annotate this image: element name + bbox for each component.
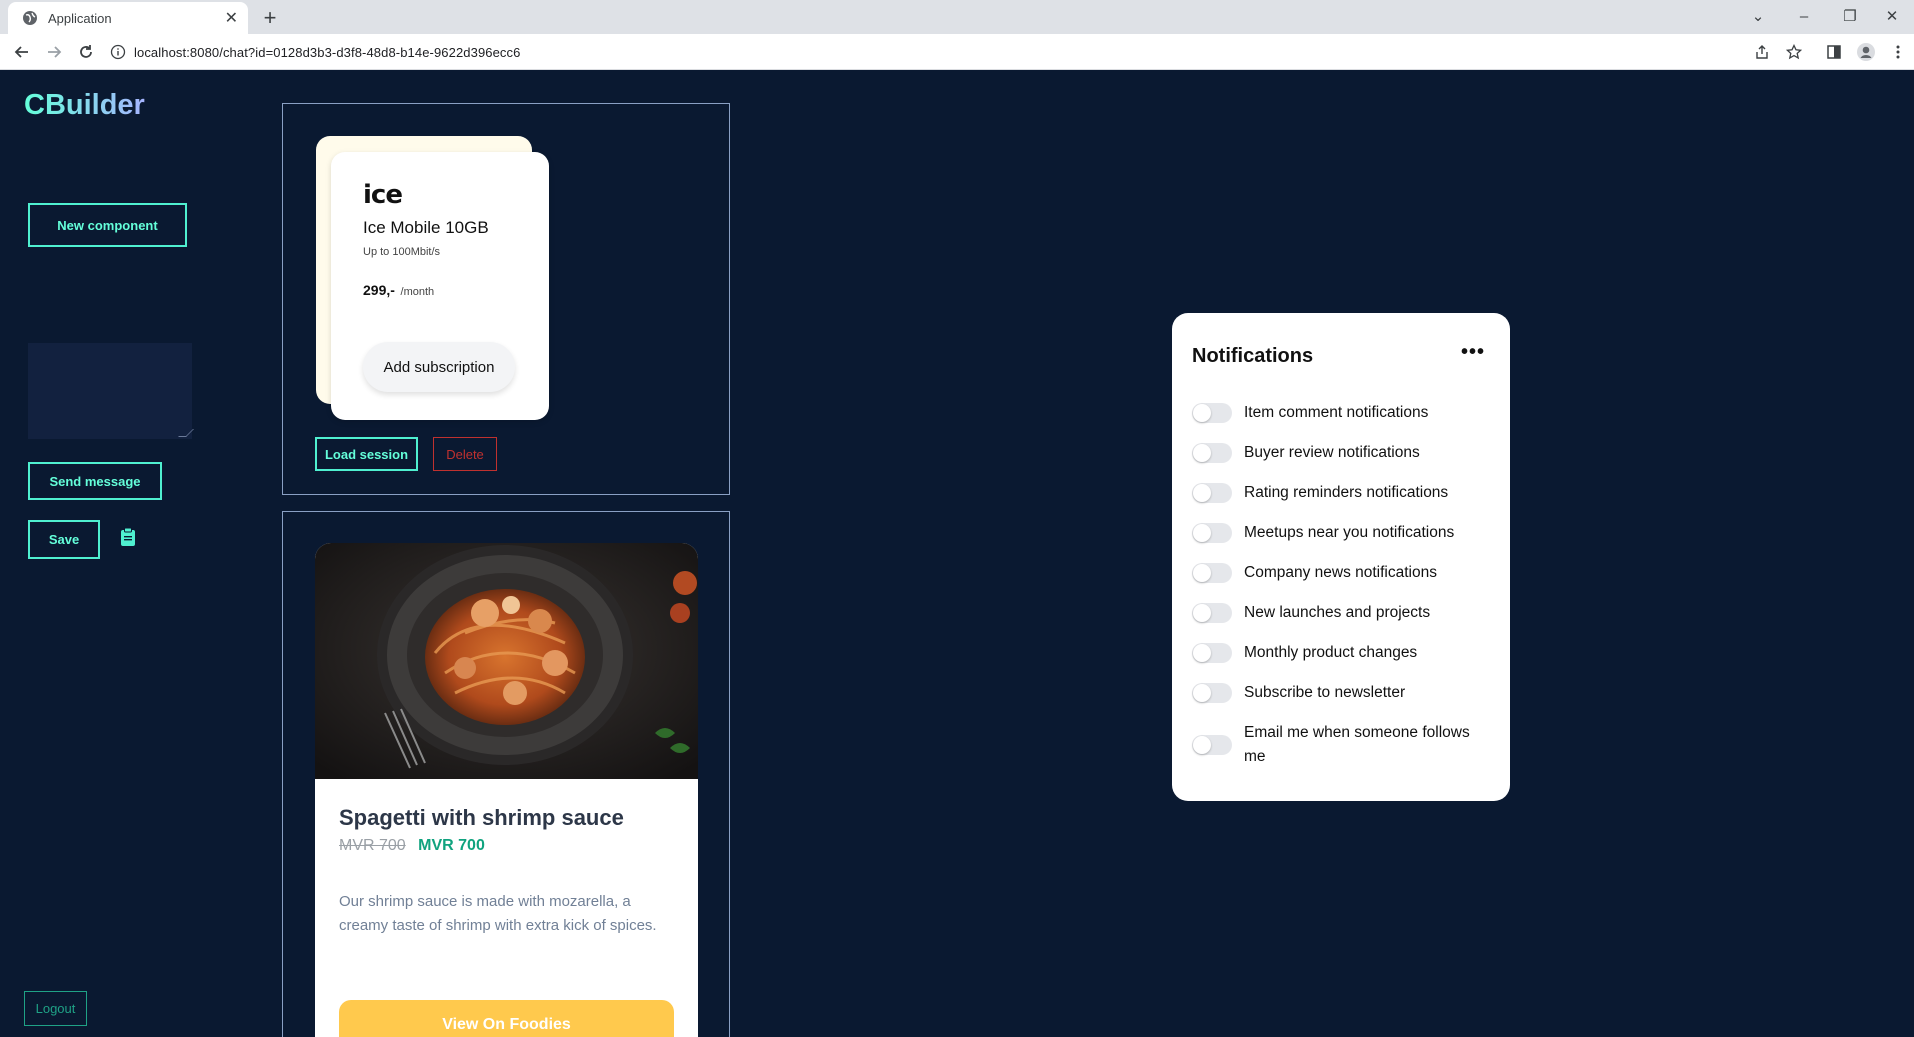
logout-button[interactable]: Logout [24,991,87,1026]
plan-price: 299,- [363,282,395,298]
new-component-button[interactable]: New component [28,203,187,247]
old-price: MVR 700 [339,837,406,854]
notification-toggle[interactable] [1192,403,1232,423]
session-panel: Spagetti with shrimp sauce MVR 700 MVR 7… [282,511,730,1037]
profile-avatar-icon[interactable] [1852,38,1880,66]
clipboard-icon[interactable] [120,527,136,547]
food-title: Spagetti with shrimp sauce [339,805,624,830]
notification-label: Monthly product changes [1244,644,1418,661]
notification-row[interactable]: Monthly product changes [1192,641,1492,665]
browser-tab-strip: Application ✕ + ⌄ – ❐ ✕ [0,0,1914,34]
view-on-foodies-button[interactable]: View On Foodies [339,1000,674,1037]
plan-speed: Up to 100Mbit/s [363,246,441,258]
session-panel: ice Ice Mobile 10GB Up to 100Mbit/s 299,… [282,103,730,495]
side-panel-icon[interactable] [1820,38,1848,66]
browser-toolbar: localhost:8080/chat?id=0128d3b3-d3f8-48d… [0,34,1914,70]
subscription-card: ice Ice Mobile 10GB Up to 100Mbit/s 299,… [331,152,549,420]
browser-tab[interactable]: Application ✕ [8,2,248,34]
save-button[interactable]: Save [28,520,100,559]
add-subscription-button[interactable]: Add subscription [363,342,515,392]
notifications-card: Notifications ••• Item comment notificat… [1172,313,1510,801]
food-card: Spagetti with shrimp sauce MVR 700 MVR 7… [315,543,698,1037]
more-options-icon[interactable]: ••• [1458,341,1488,363]
load-session-button[interactable]: Load session [315,437,418,471]
tab-search-icon[interactable]: ⌄ [1738,2,1778,30]
notification-toggle[interactable] [1192,603,1232,623]
notification-row[interactable]: Buyer review notifications [1192,441,1492,465]
food-description: Our shrimp sauce is made with mozarella,… [339,893,657,934]
bookmark-star-icon[interactable] [1780,38,1808,66]
notification-toggle[interactable] [1192,443,1232,463]
notification-toggle[interactable] [1192,483,1232,503]
notification-label: Subscribe to newsletter [1244,684,1406,701]
notifications-title: Notifications [1192,345,1314,367]
menu-kebab-icon[interactable] [1884,38,1912,66]
notification-label: Buyer review notifications [1244,444,1420,461]
notification-row[interactable]: Meetups near you notifications [1192,521,1492,545]
notification-row[interactable]: Subscribe to newsletter [1192,681,1492,705]
plan-name: Ice Mobile 10GB [363,218,489,237]
notification-toggle[interactable] [1192,643,1232,663]
message-input[interactable] [28,343,192,439]
plan-period: /month [400,286,435,298]
notification-label: Email me when someone follows me [1244,724,1470,765]
notification-label: New launches and projects [1244,604,1431,621]
brand-logo: CBuilder [24,89,145,121]
window-close-icon[interactable]: ✕ [1872,2,1912,30]
notification-label: Meetups near you notifications [1244,524,1455,541]
notification-row[interactable]: Rating reminders notifications [1192,481,1492,505]
send-message-button[interactable]: Send message [28,462,162,500]
notification-toggle[interactable] [1192,735,1232,755]
new-price: MVR 700 [418,837,485,854]
food-image [315,543,698,779]
share-icon[interactable] [1748,38,1776,66]
notification-row[interactable]: Email me when someone follows me [1192,721,1492,769]
reload-icon[interactable] [72,38,100,66]
food-prices: MVR 700 MVR 700 [339,837,485,855]
tab-title: Application [48,10,112,26]
info-icon[interactable] [110,44,126,60]
new-tab-icon[interactable]: + [256,4,284,32]
restore-icon[interactable]: ❐ [1830,2,1870,30]
notification-label: Item comment notifications [1244,404,1429,421]
close-tab-icon[interactable]: ✕ [225,8,238,28]
url-text: localhost:8080/chat?id=0128d3b3-d3f8-48d… [134,44,521,60]
notification-row[interactable]: Item comment notifications [1192,401,1492,425]
notification-label: Rating reminders notifications [1244,484,1449,501]
address-bar[interactable]: localhost:8080/chat?id=0128d3b3-d3f8-48d… [110,39,1770,65]
globe-icon [23,11,37,25]
back-icon[interactable] [8,38,36,66]
plan-price-row: 299,- /month [363,282,549,298]
minimize-icon[interactable]: – [1784,2,1824,30]
forward-icon[interactable] [40,38,68,66]
ice-logo: ice [363,180,403,210]
notification-toggle[interactable] [1192,523,1232,543]
notification-toggle[interactable] [1192,683,1232,703]
notification-label: Company news notifications [1244,564,1437,581]
app-canvas: CBuilder New component Send message Save… [0,71,1914,1037]
notification-toggle[interactable] [1192,563,1232,583]
notification-row[interactable]: New launches and projects [1192,601,1492,625]
notification-row[interactable]: Company news notifications [1192,561,1492,585]
delete-button[interactable]: Delete [433,437,497,471]
